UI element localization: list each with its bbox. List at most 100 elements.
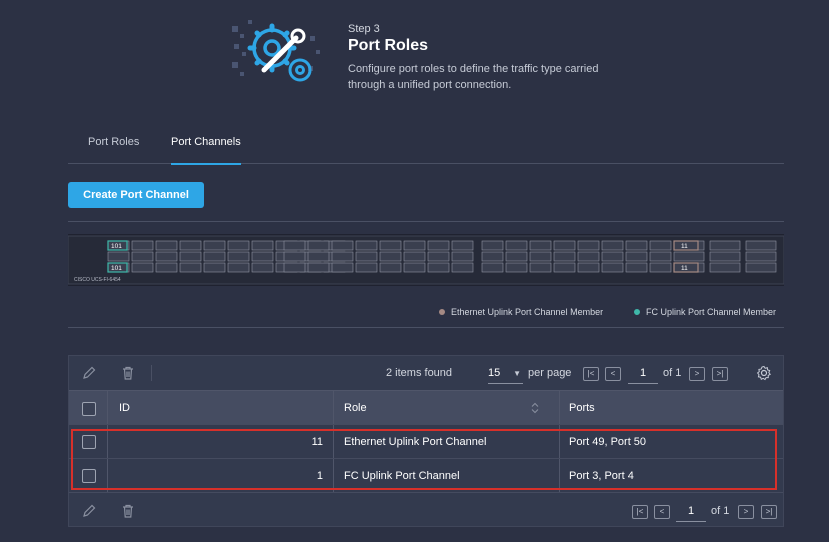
switch-front-panel: CISCO UCS-FI-6454 101 101 11 11 bbox=[67, 234, 785, 286]
switch-port bbox=[577, 240, 600, 251]
edit-icon[interactable] bbox=[81, 503, 97, 519]
switch-port bbox=[529, 262, 552, 273]
page-description: Configure port roles to define the traff… bbox=[348, 63, 599, 91]
gear-icon[interactable] bbox=[756, 365, 772, 381]
switch-port bbox=[379, 262, 402, 273]
tab-bar: Port Roles Port Channels bbox=[68, 130, 784, 165]
switch-port bbox=[673, 251, 705, 262]
switch-port bbox=[283, 251, 306, 262]
switch-port bbox=[379, 240, 402, 251]
port-channel-table: 2 items found 15 ▼ per page |< < 1 of 1 … bbox=[68, 355, 784, 527]
cell-role: Ethernet Uplink Port Channel bbox=[344, 436, 487, 448]
switch-port bbox=[709, 251, 741, 262]
table-footer: |< < 1 of 1 > >| bbox=[69, 492, 783, 528]
column-header-role[interactable]: Role bbox=[344, 402, 367, 414]
switch-port bbox=[155, 262, 178, 273]
edit-icon[interactable] bbox=[81, 365, 97, 381]
switch-port bbox=[601, 251, 624, 262]
switch-port bbox=[203, 240, 226, 251]
switch-port bbox=[709, 240, 741, 251]
switch-port bbox=[203, 251, 226, 262]
switch-port bbox=[227, 251, 250, 262]
switch-port bbox=[131, 262, 154, 273]
last-page-button[interactable]: >| bbox=[712, 367, 728, 381]
per-page-select[interactable]: 15 ▼ bbox=[488, 364, 523, 384]
switch-port bbox=[283, 262, 306, 273]
eth-channel-label-top: 11 bbox=[681, 243, 688, 250]
table-row[interactable]: 11 Ethernet Uplink Port Channel Port 49,… bbox=[69, 424, 783, 458]
switch-port bbox=[553, 240, 576, 251]
switch-port bbox=[553, 262, 576, 273]
divider bbox=[68, 327, 784, 328]
column-header-ports[interactable]: Ports bbox=[569, 402, 595, 414]
switch-port bbox=[179, 262, 202, 273]
switch-port bbox=[649, 262, 672, 273]
switch-port bbox=[601, 240, 624, 251]
switch-port bbox=[307, 251, 330, 262]
column-header-id[interactable]: ID bbox=[119, 402, 130, 414]
switch-port bbox=[107, 251, 130, 262]
switch-port bbox=[481, 251, 504, 262]
per-page-label: per page bbox=[528, 367, 572, 379]
delete-icon[interactable] bbox=[120, 365, 136, 381]
fc-channel-label-bottom: 101 bbox=[111, 265, 122, 272]
switch-port bbox=[649, 251, 672, 262]
switch-port bbox=[227, 262, 250, 273]
tab-port-roles[interactable]: Port Roles bbox=[88, 136, 139, 164]
page-count-label: of 1 bbox=[711, 505, 730, 517]
gear-wrench-icon bbox=[230, 16, 326, 92]
switch-port bbox=[227, 240, 250, 251]
switch-port bbox=[355, 251, 378, 262]
previous-page-button[interactable]: < bbox=[605, 367, 621, 381]
next-page-button[interactable]: > bbox=[689, 367, 705, 381]
table-row[interactable]: 1 FC Uplink Port Channel Port 3, Port 4 bbox=[69, 458, 783, 492]
first-page-button[interactable]: |< bbox=[632, 505, 648, 519]
switch-port bbox=[625, 251, 648, 262]
switch-port bbox=[203, 262, 226, 273]
legend-label: FC Uplink Port Channel Member bbox=[646, 307, 777, 317]
switch-port bbox=[505, 240, 528, 251]
switch-port bbox=[505, 262, 528, 273]
step-label: Step 3 bbox=[348, 23, 380, 35]
switch-port bbox=[331, 262, 354, 273]
sort-icon[interactable] bbox=[531, 402, 539, 414]
chevron-down-icon: ▼ bbox=[513, 369, 521, 378]
row-checkbox[interactable] bbox=[82, 469, 96, 483]
row-checkbox[interactable] bbox=[82, 435, 96, 449]
select-all-checkbox[interactable] bbox=[82, 402, 96, 416]
next-page-button[interactable]: > bbox=[738, 505, 754, 519]
switch-port bbox=[529, 251, 552, 262]
switch-port bbox=[601, 262, 624, 273]
toolbar-separator bbox=[151, 365, 152, 381]
switch-port bbox=[745, 251, 777, 262]
switch-port bbox=[625, 240, 648, 251]
switch-port bbox=[427, 240, 450, 251]
per-page-value: 15 bbox=[488, 367, 501, 379]
switch-port bbox=[131, 251, 154, 262]
legend-label: Ethernet Uplink Port Channel Member bbox=[451, 307, 604, 317]
switch-port bbox=[179, 240, 202, 251]
create-port-channel-button[interactable]: Create Port Channel bbox=[68, 182, 204, 208]
table-toolbar: 2 items found 15 ▼ per page |< < 1 of 1 … bbox=[69, 356, 783, 390]
page-number-input[interactable]: 1 bbox=[628, 364, 658, 384]
cell-ports: Port 3, Port 4 bbox=[569, 470, 634, 482]
delete-icon[interactable] bbox=[120, 503, 136, 519]
switch-port bbox=[331, 251, 354, 262]
last-page-button[interactable]: >| bbox=[761, 505, 777, 519]
tab-port-channels[interactable]: Port Channels bbox=[171, 136, 241, 165]
page-number-input[interactable]: 1 bbox=[676, 502, 706, 522]
first-page-button[interactable]: |< bbox=[583, 367, 599, 381]
previous-page-button[interactable]: < bbox=[654, 505, 670, 519]
items-found-count: 2 items found bbox=[386, 367, 453, 379]
switch-port bbox=[481, 240, 504, 251]
switch-port bbox=[451, 240, 474, 251]
switch-port bbox=[451, 262, 474, 273]
switch-port bbox=[179, 251, 202, 262]
ethernet-member-dot bbox=[439, 309, 445, 315]
divider bbox=[68, 221, 784, 222]
switch-port bbox=[673, 240, 705, 251]
switch-port bbox=[427, 251, 450, 262]
switch-port bbox=[403, 240, 426, 251]
switch-port bbox=[577, 251, 600, 262]
switch-port bbox=[251, 240, 274, 251]
